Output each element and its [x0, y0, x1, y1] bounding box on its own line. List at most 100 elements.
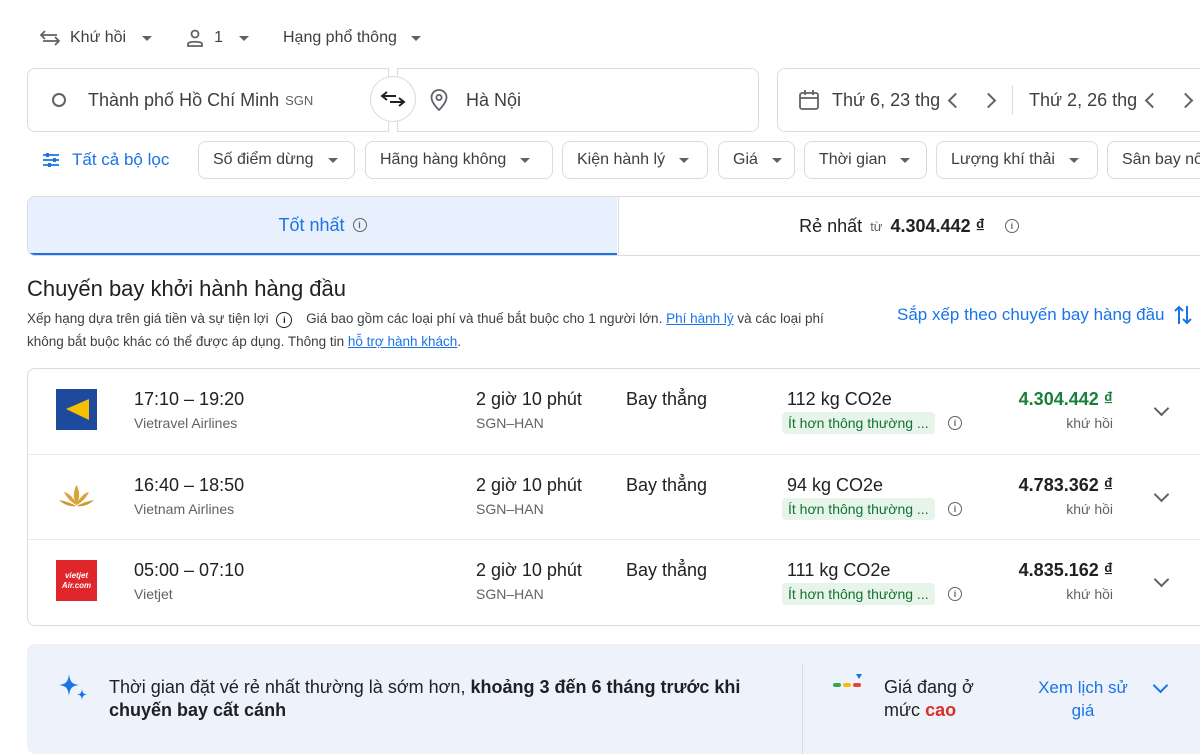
chip-label: Lượng khí thải [951, 151, 1055, 168]
trip-type-label: Khứ hồi [70, 29, 127, 46]
filter-emissions[interactable]: Lượng khí thải [936, 141, 1098, 179]
filter-airlines[interactable]: Hãng hàng không [365, 141, 553, 179]
history-expand-button[interactable] [1152, 677, 1169, 694]
sort-arrows-icon [1173, 305, 1192, 325]
banner-divider [802, 664, 803, 754]
swap-horizontal-icon [380, 91, 406, 107]
flight-row[interactable]: vietjet Air.com 05:00 – 07:10 Vietjet 2 … [28, 539, 1200, 625]
flight-stops: Bay thẳng [626, 475, 708, 495]
price-insight-banner: Thời gian đặt vé rẻ nhất thường là sớm h… [27, 644, 1200, 754]
price-level-text: Giá đang ở [884, 677, 974, 697]
location-pin-icon [430, 89, 448, 111]
sort-label: Sắp xếp theo chuyến bay hàng đầu [897, 305, 1165, 324]
flight-row[interactable]: 17:10 – 19:20 Vietravel Airlines 2 giờ 1… [28, 369, 1200, 454]
depart-prev-button[interactable] [947, 90, 964, 111]
chip-label: Thời gian [819, 151, 887, 168]
info-icon[interactable]: i [352, 218, 367, 232]
info-icon[interactable]: i [948, 587, 962, 601]
passenger-assistance-link[interactable]: hỗ trợ hành khách [348, 334, 457, 349]
chevron-down-icon [1153, 571, 1170, 588]
chevron-left-icon [947, 92, 964, 108]
vietjet-logo-icon: vietjet Air.com [56, 560, 97, 601]
flight-times: 17:10 – 19:20 [134, 389, 245, 409]
flight-route: SGN–HAN [476, 501, 544, 517]
chevron-down-icon [1152, 677, 1169, 694]
insight-normal: Thời gian đặt vé rẻ nhất thường là sớm h… [109, 677, 466, 697]
filter-baggage[interactable]: Kiện hành lý [562, 141, 708, 179]
flight-price: 4.304.442 ₫ [1018, 389, 1113, 409]
sort-tabs: Tốt nhất i Rẻ nhất từ 4.304.442 ₫ i [27, 196, 1200, 256]
price-note: khứ hồi [1066, 586, 1113, 602]
airline-name: Vietjet [134, 586, 173, 602]
airline-name: Vietravel Airlines [134, 415, 238, 431]
vietravel-logo-icon [56, 389, 97, 430]
chevron-down-icon [142, 35, 153, 41]
all-filters-label: Tất cả bộ lọc [72, 150, 170, 169]
origin-circle-icon [52, 93, 66, 107]
chevron-down-icon [1153, 400, 1170, 417]
all-filters-button[interactable]: Tất cả bộ lọc [42, 148, 169, 172]
price-level-text: mức [884, 700, 921, 720]
cabin-class-dropdown[interactable]: Hạng phổ thông [279, 29, 425, 47]
price-level-gauge-icon [833, 674, 862, 687]
filter-stops[interactable]: Số điểm dừng [198, 141, 355, 179]
chevron-left-icon [1144, 92, 1161, 108]
origin-field[interactable]: Thành phố Hồ Chí Minh SGN [27, 68, 389, 132]
section-title: Chuyến bay khởi hành hàng đầu [27, 276, 346, 301]
trip-type-dropdown[interactable]: Khứ hồi [36, 29, 156, 47]
flight-emissions: 112 kg CO2e [787, 389, 892, 409]
history-label: Xem lịch sử [1038, 678, 1128, 697]
info-icon[interactable]: i [948, 502, 962, 516]
insight-bold: chuyến bay cất cánh [109, 700, 287, 720]
chevron-down-icon [410, 35, 421, 41]
view-price-history-button[interactable]: Xem lịch sử giá [1023, 676, 1143, 722]
chevron-down-icon [771, 157, 782, 163]
tab-cheapest[interactable]: Rẻ nhất từ 4.304.442 ₫ i [618, 197, 1199, 255]
flight-emissions: 111 kg CO2e [787, 560, 891, 580]
price-note: khứ hồi [1066, 501, 1113, 517]
flight-list: 17:10 – 19:20 Vietravel Airlines 2 giờ 1… [27, 368, 1200, 626]
date-field[interactable]: Thứ 6, 23 thg Thứ 2, 26 thg [777, 68, 1200, 132]
chevron-down-icon [238, 35, 249, 41]
expand-button[interactable] [1153, 486, 1170, 503]
insight-text: Thời gian đặt vé rẻ nhất thường là sớm h… [109, 676, 789, 722]
info-icon[interactable]: i [948, 416, 962, 430]
expand-button[interactable] [1153, 400, 1170, 417]
filter-airports[interactable]: Sân bay nố [1107, 141, 1200, 179]
tab-best[interactable]: Tốt nhất i [28, 197, 617, 255]
date-divider [1012, 85, 1013, 115]
return-date: Thứ 2, 26 thg [1029, 89, 1137, 110]
sort-button[interactable]: Sắp xếp theo chuyến bay hàng đầu [897, 304, 1193, 326]
flight-route: SGN–HAN [476, 415, 544, 431]
origin-value: Thành phố Hồ Chí Minh [88, 89, 280, 110]
swap-locations-button[interactable] [370, 76, 416, 122]
eco-badge: Ít hơn thông thường ... [782, 412, 935, 434]
passengers-dropdown[interactable]: 1 [182, 29, 253, 47]
tab-cheapest-price: 4.304.442 ₫ [890, 215, 985, 236]
filter-price[interactable]: Giá [718, 141, 795, 179]
filter-time[interactable]: Thời gian [804, 141, 927, 179]
price-note: khứ hồi [1066, 415, 1113, 431]
origin-code: SGN [285, 92, 314, 108]
return-prev-button[interactable] [1144, 90, 1161, 111]
passengers-count: 1 [214, 29, 223, 46]
expand-button[interactable] [1153, 571, 1170, 588]
cabin-class-label: Hạng phổ thông [282, 29, 397, 46]
return-next-button[interactable] [1177, 90, 1194, 111]
destination-field[interactable]: Hà Nội [397, 68, 759, 132]
chevron-down-icon [327, 157, 338, 163]
trip-options-bar: Khứ hồi 1 Hạng phổ thông [36, 24, 425, 52]
chevron-right-icon [1177, 92, 1194, 108]
chip-label: Kiện hành lý [577, 151, 666, 168]
info-icon[interactable]: i [276, 312, 293, 328]
eco-badge: Ít hơn thông thường ... [782, 498, 935, 520]
price-level: Giá đang ở mức cao [884, 676, 974, 722]
info-icon[interactable]: i [1004, 219, 1019, 233]
depart-next-button[interactable] [980, 90, 997, 111]
baggage-fees-link[interactable]: Phí hành lý [666, 311, 734, 326]
desc-text: không bắt buộc khác có thể được áp dụng.… [27, 334, 345, 349]
chevron-down-icon [520, 157, 531, 163]
price-level-value: cao [925, 700, 957, 720]
flight-row[interactable]: 16:40 – 18:50 Vietnam Airlines 2 giờ 10 … [28, 454, 1200, 540]
depart-date: Thứ 6, 23 thg [832, 89, 940, 110]
